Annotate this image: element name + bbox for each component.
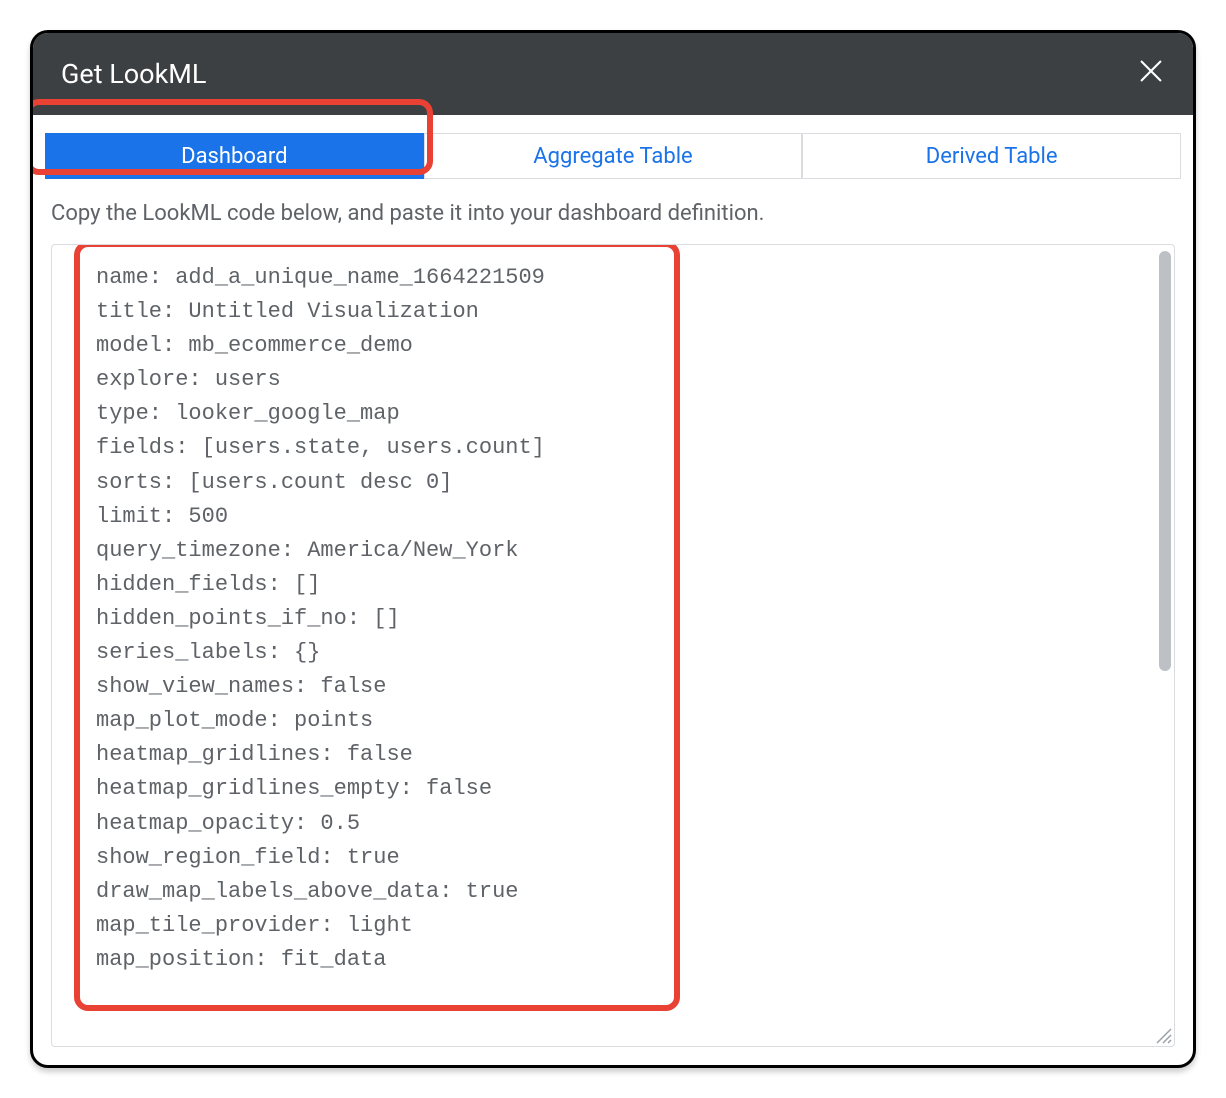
get-lookml-modal: Get LookML Dashboard Aggregate Table Der… (30, 30, 1196, 1068)
instruction-text: Copy the LookML code below, and paste it… (33, 183, 1193, 244)
modal-header: Get LookML (33, 33, 1193, 115)
tab-derived-table[interactable]: Derived Table (802, 133, 1181, 179)
code-container: name: add_a_unique_name_1664221509 title… (51, 244, 1175, 1047)
tab-row: Dashboard Aggregate Table Derived Table (33, 115, 1193, 183)
tab-aggregate-table[interactable]: Aggregate Table (424, 133, 803, 179)
close-icon[interactable] (1137, 57, 1165, 91)
code-scrollbar[interactable] (1156, 245, 1174, 1046)
tab-dashboard[interactable]: Dashboard (45, 133, 424, 179)
code-scrollbar-thumb[interactable] (1159, 251, 1171, 671)
lookml-code-block[interactable]: name: add_a_unique_name_1664221509 title… (52, 245, 1156, 1046)
modal-title: Get LookML (61, 58, 206, 90)
resize-handle-icon[interactable] (1154, 1026, 1172, 1044)
